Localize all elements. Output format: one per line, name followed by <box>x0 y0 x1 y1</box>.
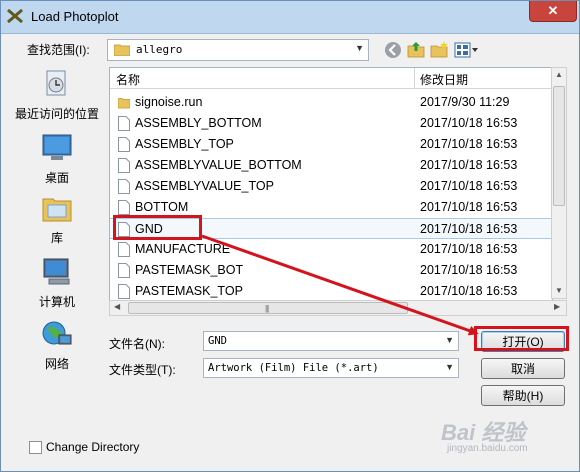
place-recent[interactable]: 最近访问的位置 <box>9 69 105 129</box>
help-button[interactable]: 帮助(H) <box>481 385 565 406</box>
places-bar: 最近访问的位置 桌面 库 计算机 网络 <box>9 67 105 383</box>
list-item[interactable]: ASSEMBLY_TOP 2017/10/18 16:53 <box>110 134 552 155</box>
desktop-icon <box>42 134 72 160</box>
file-date: 2017/10/18 16:53 <box>420 137 518 151</box>
file-name: ASSEMBLYVALUE_TOP <box>135 179 274 193</box>
file-name: MANUFACTURE <box>135 242 231 256</box>
list-item[interactable]: ASSEMBLY_BOTTOM 2017/10/18 16:53 <box>110 113 552 134</box>
list-item[interactable]: ASSEMBLYVALUE_TOP 2017/10/18 16:53 <box>110 176 552 197</box>
file-name: PASTEMASK_BOT <box>135 263 244 277</box>
change-directory-label[interactable]: Change Directory <box>46 440 139 454</box>
file-name: PASTEMASK_TOP <box>135 284 243 298</box>
file-name: ASSEMBLY_TOP <box>135 137 234 151</box>
look-in-combobox[interactable]: allegro ▼ <box>107 39 369 61</box>
file-date: 2017/10/18 16:53 <box>420 200 518 214</box>
watermark-url: jingyan.baidu.com <box>447 443 528 454</box>
file-date: 2017/10/18 16:53 <box>420 242 518 256</box>
window-title: Load Photoplot <box>31 9 119 24</box>
place-label: 最近访问的位置 <box>14 107 99 121</box>
list-item[interactable]: BOTTOM 2017/10/18 16:53 <box>110 197 552 218</box>
place-network[interactable]: 网络 <box>9 319 105 379</box>
up-folder-icon[interactable] <box>406 40 426 60</box>
file-icon <box>118 284 130 299</box>
file-name: BOTTOM <box>135 200 189 214</box>
file-type-select[interactable]: Artwork (Film) File (*.art) ▼ <box>203 358 459 378</box>
file-date: 2017/10/18 16:53 <box>420 116 518 130</box>
file-icon <box>118 222 130 237</box>
file-date: 2017/10/18 16:53 <box>420 179 518 193</box>
scroll-right-icon[interactable]: ▶ <box>554 302 560 311</box>
look-in-label: 查找范围(I): <box>27 43 90 57</box>
column-separator[interactable] <box>414 68 415 88</box>
file-icon <box>118 200 130 215</box>
open-button[interactable]: 打开(O) <box>481 331 565 352</box>
file-name: ASSEMBLYVALUE_BOTTOM <box>135 158 302 172</box>
network-icon <box>42 321 72 345</box>
chevron-down-icon[interactable]: ▼ <box>445 335 454 345</box>
title-bar[interactable]: Load Photoplot ✕ <box>1 1 579 34</box>
file-date: 2017/10/18 16:53 <box>420 158 518 172</box>
folder-icon <box>114 44 130 56</box>
file-icon <box>118 116 130 131</box>
file-name-value: GND <box>208 335 227 347</box>
place-computer[interactable]: 计算机 <box>9 257 105 317</box>
chevron-down-icon[interactable]: ▼ <box>355 43 364 53</box>
chevron-down-icon[interactable]: ▼ <box>445 362 454 372</box>
libraries-icon <box>42 198 72 222</box>
file-name: GND <box>135 222 163 236</box>
recent-places-icon <box>46 70 66 96</box>
file-name-field[interactable]: GND ▼ <box>203 331 459 351</box>
file-date: 2017/10/18 16:53 <box>420 222 518 236</box>
column-header-name[interactable]: 名称 <box>116 71 140 88</box>
folder-icon <box>118 98 130 109</box>
list-item[interactable]: PASTEMASK_TOP 2017/10/18 16:53 <box>110 281 552 300</box>
look-in-value: allegro <box>136 43 183 56</box>
app-icon <box>7 9 23 23</box>
back-icon[interactable] <box>383 40 403 60</box>
file-date: 2017/10/18 16:53 <box>420 284 518 298</box>
file-date: 2017/9/30 11:29 <box>420 95 510 109</box>
cancel-button[interactable]: 取消 <box>481 358 565 379</box>
place-label: 库 <box>50 231 63 245</box>
file-date: 2017/10/18 16:53 <box>420 263 518 277</box>
list-item[interactable]: signoise.run 2017/9/30 11:29 <box>110 92 552 113</box>
list-item[interactable]: MANUFACTURE 2017/10/18 16:53 <box>110 239 552 260</box>
close-button[interactable]: ✕ <box>529 1 577 22</box>
file-icon <box>118 158 130 173</box>
file-icon <box>118 179 130 194</box>
horizontal-scrollbar[interactable]: ◀ ||| ▶ <box>109 300 567 316</box>
file-list[interactable]: 名称 修改日期 signoise.run 2017/9/30 11:29 ASS… <box>109 67 553 301</box>
view-menu-icon[interactable] <box>453 40 479 60</box>
file-name: signoise.run <box>135 95 203 109</box>
scroll-left-icon[interactable]: ◀ <box>114 302 120 311</box>
place-label: 计算机 <box>38 295 75 309</box>
file-type-label: 文件类型(T): <box>109 363 176 377</box>
list-header: 名称 修改日期 <box>110 68 552 89</box>
load-photoplot-dialog: Load Photoplot ✕ 查找范围(I): allegro ▼ 最近访问… <box>0 0 580 472</box>
file-name-label: 文件名(N): <box>109 337 165 351</box>
scroll-down-icon[interactable]: ▼ <box>554 286 564 295</box>
place-desktop[interactable]: 桌面 <box>9 133 105 193</box>
list-item[interactable]: ASSEMBLYVALUE_BOTTOM 2017/10/18 16:53 <box>110 155 552 176</box>
place-label: 网络 <box>44 357 69 371</box>
file-icon <box>118 242 130 257</box>
file-type-value: Artwork (Film) File (*.art) <box>208 362 379 374</box>
vertical-scroll-thumb[interactable] <box>553 86 565 206</box>
place-libraries[interactable]: 库 <box>9 193 105 253</box>
column-header-date[interactable]: 修改日期 <box>420 71 468 88</box>
new-folder-icon[interactable] <box>429 40 449 60</box>
change-directory-checkbox[interactable] <box>29 441 42 454</box>
list-item[interactable]: PASTEMASK_BOT 2017/10/18 16:53 <box>110 260 552 281</box>
file-icon <box>118 137 130 152</box>
vertical-scrollbar[interactable]: ▲ ▼ <box>551 67 567 299</box>
place-label: 桌面 <box>44 171 69 185</box>
scroll-grip-icon: ||| <box>265 304 269 313</box>
file-icon <box>118 263 130 278</box>
scroll-up-icon[interactable]: ▲ <box>554 70 564 79</box>
list-item-selected[interactable]: GND 2017/10/18 16:53 <box>110 218 552 239</box>
horizontal-scroll-thumb[interactable]: ||| <box>128 302 408 314</box>
computer-icon <box>43 258 70 285</box>
file-name: ASSEMBLY_BOTTOM <box>135 116 262 130</box>
